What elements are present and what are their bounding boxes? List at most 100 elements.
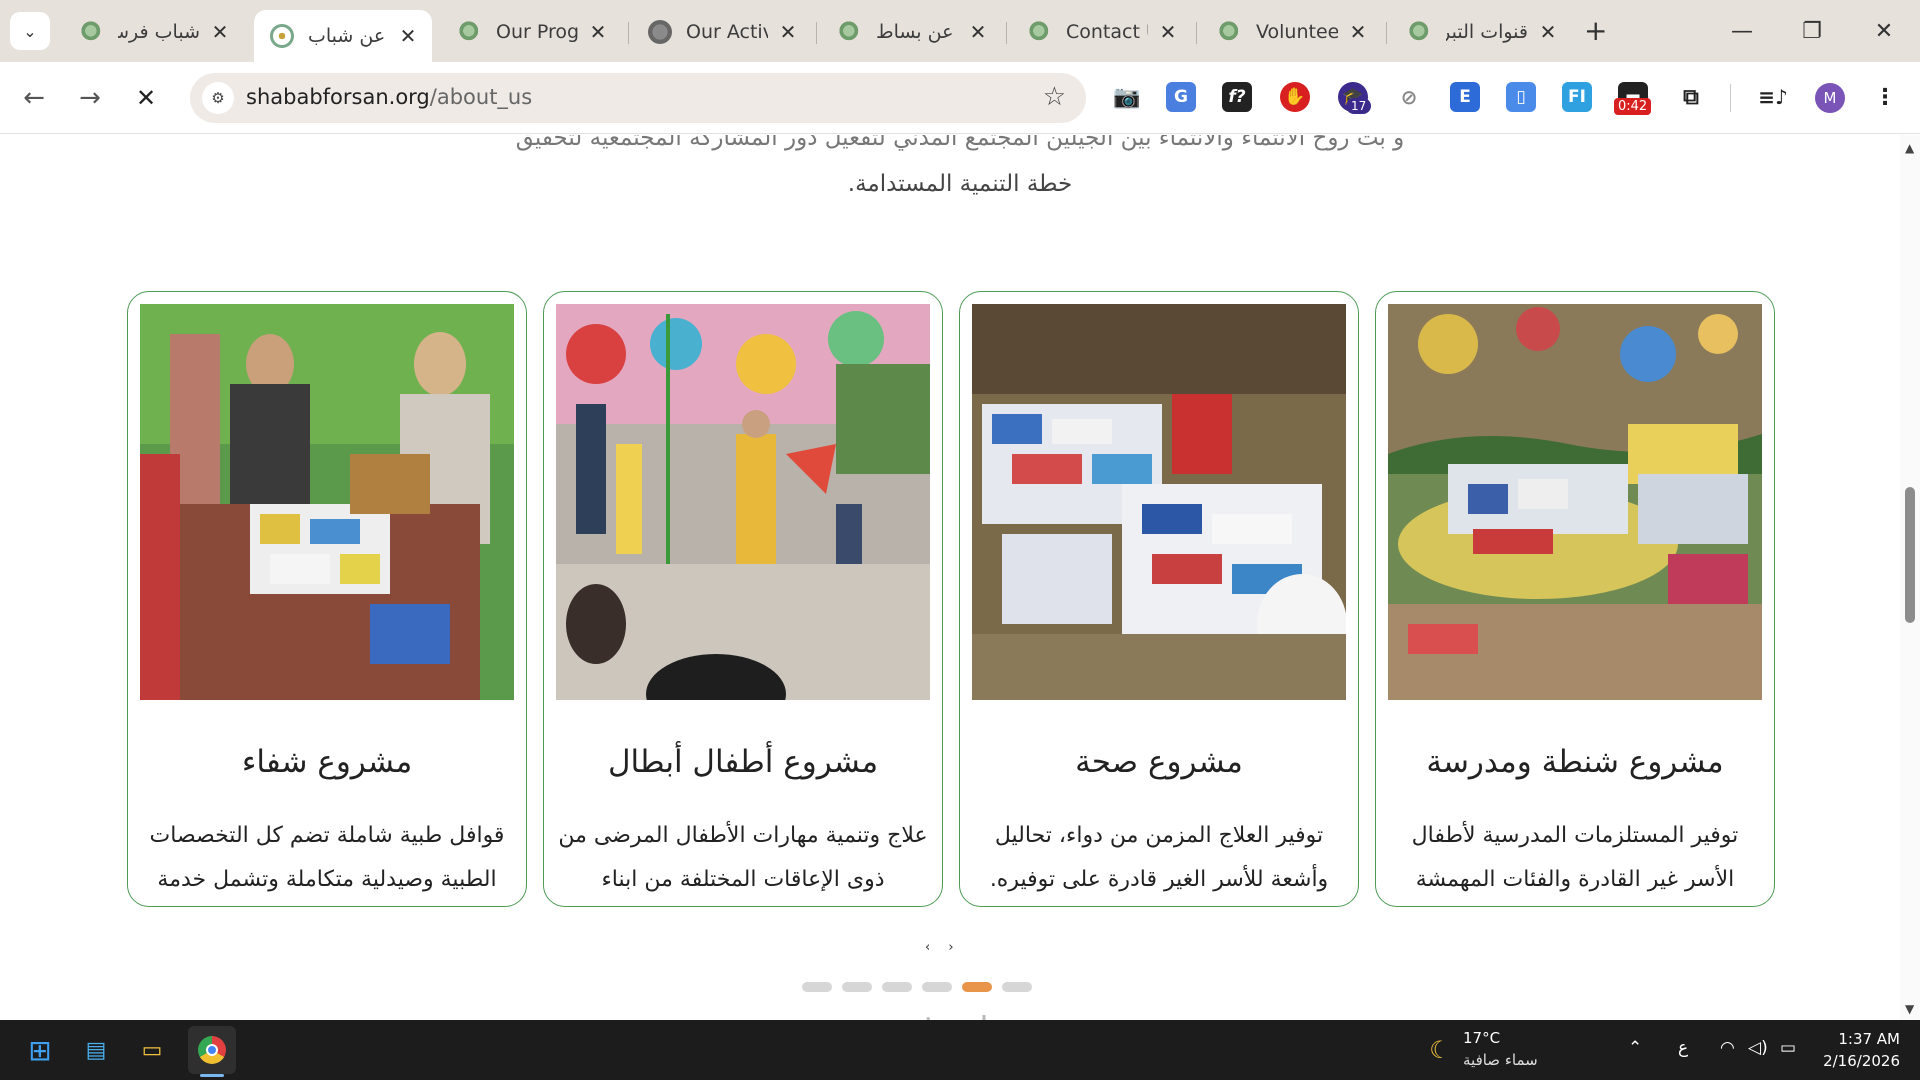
- compass-icon[interactable]: ⊘: [1394, 82, 1424, 112]
- forward-button[interactable]: →: [72, 80, 108, 116]
- leaf-favicon-icon: [1218, 20, 1242, 44]
- screenshot-camera-icon[interactable]: 📷: [1112, 82, 1142, 112]
- tab-8[interactable]: قنوات التبر ✕: [1392, 10, 1572, 54]
- url-host: shababforsan.org: [246, 85, 430, 109]
- leaf-favicon-icon: [1408, 20, 1432, 44]
- wifi-icon[interactable]: ◠: [1720, 1038, 1735, 1058]
- notepad-icon[interactable]: ▤: [78, 1032, 114, 1068]
- url-text[interactable]: shababforsan.org/about_us: [246, 85, 532, 109]
- project-card[interactable]: مشروع شفاء قوافل طبية شاملة تضم كل التخص…: [127, 291, 527, 907]
- tab-2-active[interactable]: عن شباب ✕: [254, 10, 432, 62]
- new-tab-button[interactable]: +: [1584, 14, 1607, 47]
- slider-dot[interactable]: [922, 982, 952, 992]
- chevron-up-icon[interactable]: ⌃: [1628, 1038, 1642, 1058]
- close-icon[interactable]: ✕: [1348, 20, 1368, 44]
- slider-dot[interactable]: [802, 982, 832, 992]
- scrollbar-thumb[interactable]: [1905, 487, 1915, 623]
- scroll-down-arrow-icon[interactable]: ▼: [1905, 1002, 1914, 1016]
- formula-extension-icon[interactable]: f?: [1222, 82, 1252, 112]
- scroll-up-arrow-icon[interactable]: ▲: [1905, 141, 1914, 155]
- tab-separator: [1196, 22, 1197, 44]
- tab-7[interactable]: Volunteer ✕: [1202, 10, 1382, 54]
- slider-prev-button[interactable]: ‹: [925, 940, 930, 955]
- slider-dot[interactable]: [962, 982, 992, 992]
- weather-description[interactable]: سماء صافية: [1463, 1051, 1538, 1069]
- project-description: توفير العلاج المزمن من دواء، تحاليل وأشع…: [989, 823, 1329, 892]
- chevron-down-icon: ⌄: [23, 21, 37, 41]
- leaf-favicon-icon: [1028, 20, 1052, 44]
- tab-title: عن بساط: [876, 21, 954, 43]
- tab-title: Volunteer: [1256, 21, 1338, 43]
- weather-temperature[interactable]: 17°C: [1463, 1029, 1500, 1047]
- battery-icon[interactable]: ▭: [1780, 1038, 1796, 1058]
- project-title: مشروع شفاء: [241, 744, 413, 780]
- back-button[interactable]: ←: [16, 80, 52, 116]
- file-explorer-icon[interactable]: ▭: [134, 1032, 170, 1068]
- project-card[interactable]: مشروع شنطة ومدرسة توفير المستلزمات المدر…: [1375, 291, 1775, 907]
- minimize-button[interactable]: —: [1712, 12, 1772, 50]
- fi-extension-icon[interactable]: FI: [1562, 82, 1592, 112]
- slider-next-button[interactable]: ›: [948, 940, 953, 955]
- tab-title: عن شباب: [308, 25, 386, 47]
- school-supplies-photo: [1388, 304, 1762, 700]
- stop-loading-button[interactable]: ✕: [128, 80, 164, 116]
- tab-search-button[interactable]: ⌄: [10, 12, 50, 50]
- minimize-icon: —: [1731, 18, 1753, 44]
- close-icon[interactable]: ✕: [588, 20, 608, 44]
- tab-separator: [1386, 22, 1387, 44]
- clock-date[interactable]: 2/16/2026: [1820, 1052, 1900, 1070]
- site-info-button[interactable]: ⚙: [202, 82, 234, 114]
- close-icon[interactable]: ✕: [398, 24, 418, 48]
- site-logo-favicon-icon: [270, 24, 294, 48]
- tab-3[interactable]: Our Prog ✕: [442, 10, 622, 54]
- project-title: مشروع شنطة ومدرسة: [1426, 744, 1724, 780]
- profile-avatar[interactable]: M: [1815, 83, 1845, 113]
- tab-5[interactable]: عن بساط ✕: [822, 10, 1002, 54]
- document-extension-icon[interactable]: E: [1450, 82, 1480, 112]
- slider-dot[interactable]: [882, 982, 912, 992]
- more-menu-icon[interactable]: ⋮: [1870, 82, 1900, 112]
- moon-weather-icon: ☾: [1429, 1036, 1451, 1064]
- tab-4[interactable]: Our Activ ✕: [632, 10, 812, 54]
- slider-dot[interactable]: [1002, 982, 1032, 992]
- project-description: قوافل طبية شاملة تضم كل التخصصات الطبية …: [149, 823, 505, 892]
- globe-favicon-icon: [648, 20, 672, 44]
- close-icon[interactable]: ✕: [1158, 20, 1178, 44]
- intro-line: و بث روح الانتماء والانتماء بين الجيلين …: [515, 135, 1405, 151]
- browser-toolbar: ← → ✕ ⚙ shababforsan.org/about_us ☆ 📷 G …: [0, 62, 1920, 134]
- tab-1[interactable]: شباب فرسان ✕: [64, 10, 244, 54]
- project-card[interactable]: مشروع صحة توفير العلاج المزمن من دواء، ت…: [959, 291, 1359, 907]
- chrome-logo-icon: [198, 1036, 226, 1064]
- page-scrollbar[interactable]: ▲ ▼: [1900, 135, 1920, 1020]
- leaf-favicon-icon: [838, 20, 862, 44]
- bookmark-star-icon[interactable]: ☆: [1043, 82, 1066, 112]
- page-content: و بث روح الانتماء والانتماء بين الجيلين …: [0, 135, 1920, 1020]
- media-queue-icon[interactable]: ≡♪: [1758, 82, 1788, 112]
- clipboard-extension-icon[interactable]: ▯: [1506, 82, 1536, 112]
- project-title: مشروع صحة: [1075, 744, 1243, 780]
- translate-icon[interactable]: G: [1166, 82, 1196, 112]
- slider-nav: ‹ ›: [925, 940, 954, 955]
- project-card[interactable]: مشروع أطفال أبطال علاج وتنمية مهارات الأ…: [543, 291, 943, 907]
- close-window-button[interactable]: ✕: [1854, 12, 1914, 50]
- windows-start-icon[interactable]: ⊞: [22, 1032, 58, 1068]
- adblock-icon[interactable]: ✋: [1280, 82, 1310, 112]
- tab-6[interactable]: Contact U ✕: [1012, 10, 1192, 54]
- restore-icon: ❐: [1802, 18, 1822, 44]
- close-icon[interactable]: ✕: [1538, 20, 1558, 44]
- restore-button[interactable]: ❐: [1782, 12, 1842, 50]
- intro-paragraph: و بث روح الانتماء والانتماء بين الجيلين …: [0, 135, 1920, 207]
- chrome-icon[interactable]: [194, 1032, 230, 1068]
- address-bar[interactable]: ⚙ shababforsan.org/about_us ☆: [190, 73, 1086, 123]
- slider-dot[interactable]: [842, 982, 872, 992]
- close-icon[interactable]: ✕: [968, 20, 988, 44]
- close-icon[interactable]: ✕: [210, 20, 230, 44]
- input-language[interactable]: ع: [1678, 1038, 1688, 1058]
- tab-title: شباب فرسان: [118, 21, 200, 43]
- tab-strip: ⌄ شباب فرسان ✕ عن شباب ✕ Our Prog ✕ Our …: [0, 0, 1920, 62]
- extensions-puzzle-icon[interactable]: ⧉: [1676, 82, 1706, 112]
- clock-time[interactable]: 1:37 AM: [1820, 1030, 1900, 1048]
- slider-pagination: [802, 982, 1032, 992]
- close-icon[interactable]: ✕: [778, 20, 798, 44]
- volume-icon[interactable]: ◁): [1748, 1038, 1768, 1058]
